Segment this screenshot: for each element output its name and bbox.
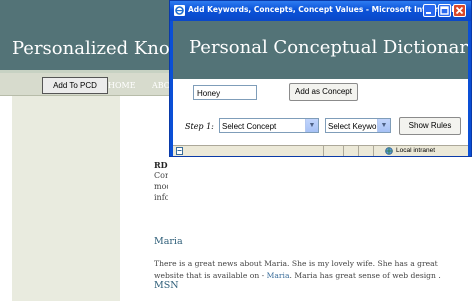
- post-peek-line: info: [154, 193, 168, 202]
- security-zone-label: Local intranet: [396, 147, 436, 154]
- close-icon: [455, 6, 464, 15]
- post-peek-line: Con: [154, 171, 168, 180]
- minimize-button[interactable]: [423, 4, 436, 17]
- post-peek-title: RDF: [154, 160, 168, 170]
- concept-input[interactable]: Honey: [193, 85, 257, 100]
- nav-link-about[interactable]: ABO: [152, 81, 170, 90]
- add-as-concept-button[interactable]: Add as Concept: [289, 83, 358, 101]
- window-content: Personal Conceptual Dictionary (PCD) Hon…: [173, 21, 468, 145]
- nav-link-home[interactable]: HOME: [108, 81, 136, 90]
- page-icon: [176, 147, 183, 155]
- internet-explorer-icon: [174, 5, 185, 16]
- sidebar: [12, 96, 120, 301]
- pcd-header: Personal Conceptual Dictionary (PCD): [173, 21, 468, 79]
- select-concept-value: Select Concept: [222, 122, 277, 131]
- post-body-maria: There is a great news about Maria. She i…: [154, 258, 454, 282]
- select-keyword-dropdown[interactable]: Select Keyword ▼: [325, 118, 391, 133]
- chevron-down-icon: ▼: [305, 119, 318, 132]
- status-divider: [323, 146, 324, 156]
- minimize-icon: [426, 12, 431, 14]
- ie-popup-window: Add Keywords, Concepts, Concept Values -…: [169, 0, 472, 157]
- show-rules-button[interactable]: Show Rules: [399, 117, 461, 135]
- post-heading-msn[interactable]: MSN: [154, 280, 179, 291]
- post-peek-line: mod: [154, 182, 168, 191]
- close-button[interactable]: [453, 4, 466, 17]
- security-zone: Local intranet: [373, 146, 469, 156]
- add-to-pcd-button[interactable]: Add To PCD: [42, 77, 108, 94]
- post-heading-maria[interactable]: Maria: [154, 236, 183, 247]
- post-text: . Maria has great sense of web design .: [289, 271, 441, 280]
- chevron-down-icon: ▼: [377, 119, 390, 132]
- post-link-maria[interactable]: Maria: [267, 271, 290, 280]
- step-label: Step 1:: [185, 122, 214, 131]
- pcd-title: Personal Conceptual Dictionary (PCD): [189, 37, 468, 58]
- maximize-icon: [440, 6, 449, 15]
- intranet-globe-icon: [385, 147, 393, 155]
- status-divider: [358, 146, 359, 156]
- select-keyword-value: Select Keyword: [328, 122, 384, 131]
- maximize-button[interactable]: [438, 4, 451, 17]
- select-concept-dropdown[interactable]: Select Concept ▼: [219, 118, 319, 133]
- status-divider: [343, 146, 344, 156]
- window-titlebar[interactable]: Add Keywords, Concepts, Concept Values -…: [170, 1, 471, 21]
- status-bar: Local intranet: [173, 145, 468, 156]
